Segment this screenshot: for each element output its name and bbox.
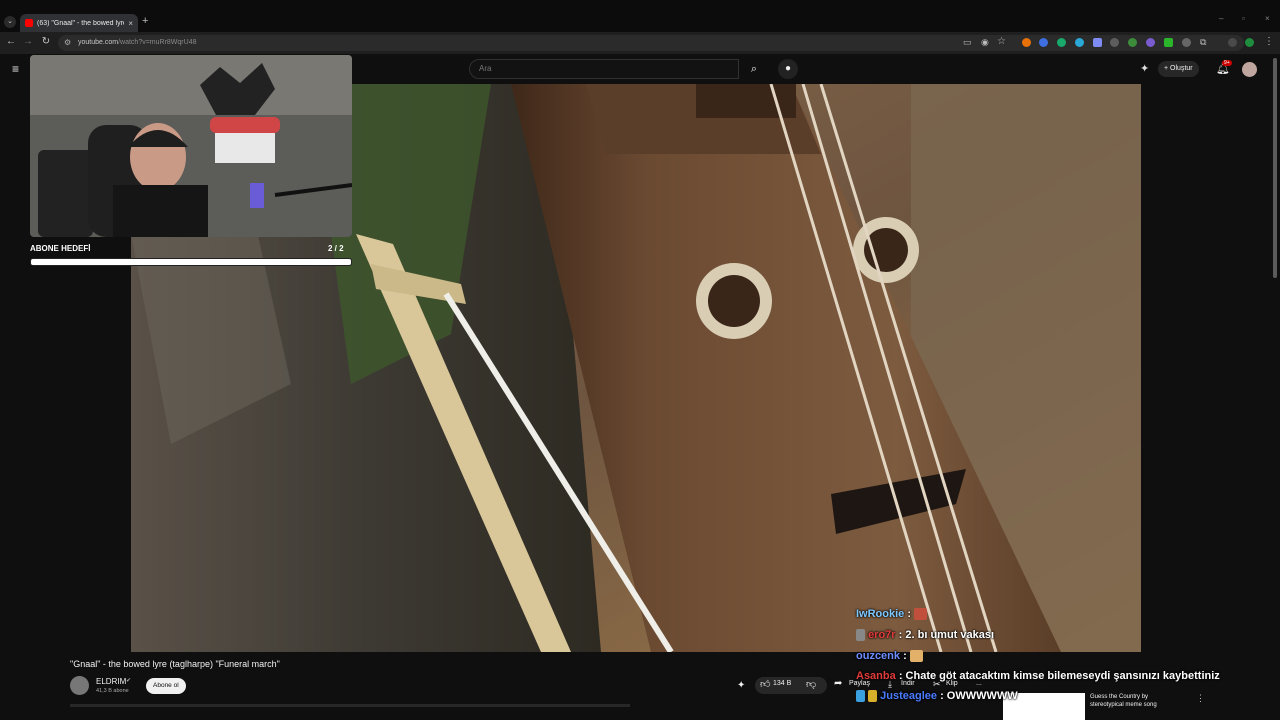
search-input[interactable]: Ara [469, 59, 739, 79]
subscriber-goal-count: 2 / 2 [328, 244, 344, 253]
reading-list-icon[interactable] [1228, 38, 1237, 47]
chat-username: IwRookie [856, 608, 905, 620]
chat-username: ouzcenk [856, 650, 901, 662]
chat-message: IwRookie : [856, 608, 928, 621]
chat-message: ero7r : 2. bı umut vakası [856, 629, 995, 642]
profile-avatar-icon[interactable] [1245, 38, 1254, 47]
back-arrow-icon[interactable]: ← [4, 36, 18, 47]
video-title: "Gnaal" - the bowed lyre (taglharpe) "Fu… [70, 659, 280, 669]
badge-icon [856, 690, 865, 703]
browser-menu-icon[interactable]: ⋮ [1264, 36, 1274, 47]
reload-icon[interactable]: ↻ [39, 36, 53, 47]
youtube-favicon-icon [25, 19, 33, 27]
maximize-window-button[interactable]: ▫ [1242, 14, 1245, 23]
chat-separator: : [907, 608, 912, 620]
browser-tab-active[interactable]: (63) "Gnaal" - the bowed lyre (t × [20, 14, 138, 32]
chat-text: 2. bı umut vakası [905, 629, 995, 641]
new-tab-button[interactable]: + [142, 15, 148, 27]
create-button[interactable]: + Oluştur [1158, 61, 1199, 77]
chat-message: Justeaglee : OWWWWWW [856, 690, 1018, 703]
hamburger-menu-icon[interactable]: ≡ [12, 62, 19, 76]
verified-check-icon: ✔ [126, 678, 132, 684]
account-avatar[interactable] [1242, 62, 1257, 77]
webcam-frame [30, 55, 352, 237]
browser-tab-strip [0, 0, 1280, 32]
chat-separator: : [898, 629, 903, 641]
chat-text: OWWWWWW [946, 690, 1018, 702]
extension-translate-icon[interactable] [1075, 38, 1084, 47]
address-bar[interactable]: youtube.com/watch?v=muRr8WqrU48 [58, 35, 1244, 51]
search-icon[interactable]: ⌕ [739, 59, 769, 79]
channel-name[interactable]: ELDRIM [96, 677, 126, 686]
extensions-puzzle-icon[interactable]: ⧉ [1200, 37, 1206, 48]
chat-separator: : [940, 690, 944, 702]
extension-pin-icon[interactable] [1110, 38, 1119, 47]
tab-search-button[interactable]: ⌄ [4, 16, 16, 28]
bookmark-star-icon[interactable]: ☆ [997, 36, 1006, 47]
chat-separator: : [903, 650, 907, 662]
related-title-line: Guess the Country by [1090, 694, 1149, 700]
comments-divider [70, 704, 630, 707]
minimize-window-button[interactable]: – [1219, 14, 1223, 23]
site-info-icon[interactable]: ⚙ [64, 38, 71, 47]
microphone-light [250, 183, 264, 208]
chat-username: Asanba [856, 670, 896, 682]
like-count[interactable]: 134 B [773, 680, 791, 687]
tab-title: (63) "Gnaal" - the bowed lyre (t [37, 19, 125, 27]
address-path: /watch?v=muRr8WqrU48 [118, 39, 197, 46]
extension-audio-icon[interactable] [1039, 38, 1048, 47]
chat-text: Chate göt atacaktım kimse bilemeseydi şa… [905, 670, 1220, 682]
sparkle-icon[interactable]: ✦ [737, 680, 745, 691]
install-app-icon[interactable]: ▭ [963, 37, 972, 48]
extension-info-icon[interactable] [1182, 38, 1191, 47]
page-scrollbar[interactable] [1273, 58, 1277, 278]
hide-eye-icon[interactable]: ◉ [981, 37, 989, 48]
chat-message: Asanba : Chate göt atacaktım kimse bilem… [856, 670, 1220, 682]
create-label: Oluştur [1170, 65, 1193, 72]
subscribe-button[interactable]: Abone ol [146, 678, 186, 694]
badge-icon [868, 690, 878, 703]
extension-green-icon[interactable] [1164, 38, 1173, 47]
subscriber-count: 41,3 B abone [96, 688, 129, 694]
address-host: youtube.com [78, 39, 119, 46]
share-arrow-icon[interactable]: ➦ [834, 678, 842, 689]
emote-icon [909, 650, 923, 663]
subscriber-goal-progress-bar [30, 258, 352, 266]
chat-message: ouzcenk : [856, 650, 923, 663]
extension-square-icon[interactable] [1093, 38, 1102, 47]
extension-whatsapp-icon[interactable] [1057, 38, 1066, 47]
extension-c-icon[interactable] [1022, 38, 1031, 47]
like-thumb-icon[interactable]: 👍︎ [760, 678, 770, 690]
badge-icon [856, 629, 865, 642]
chat-username: Justeaglee [880, 690, 937, 702]
related-more-icon[interactable]: ⋮ [1196, 693, 1205, 704]
chat-username: ero7r [868, 629, 896, 641]
related-video-title[interactable]: Guess the Country by stereotypical meme s… [1090, 693, 1157, 709]
emote-icon [914, 608, 928, 621]
close-window-button[interactable]: × [1265, 14, 1270, 23]
related-title-line: stereotypical meme song [1090, 702, 1157, 708]
extension-leaf-icon[interactable] [1128, 38, 1137, 47]
notification-badge: 9+ [1222, 60, 1232, 66]
extension-purple-icon[interactable] [1146, 38, 1155, 47]
create-video-icon[interactable]: ✦ [1140, 62, 1149, 75]
streamer-webcam [30, 55, 352, 237]
channel-avatar[interactable] [70, 676, 89, 695]
gaming-chair [38, 150, 93, 237]
subscriber-goal-label: ABONE HEDEFİ [30, 244, 91, 253]
dislike-thumb-icon[interactable]: 👎︎ [806, 678, 816, 690]
chat-separator: : [898, 670, 903, 682]
microphone-icon[interactable]: ● [778, 59, 798, 79]
forward-arrow-icon[interactable]: → [21, 36, 35, 47]
tab-close-icon[interactable]: × [128, 19, 133, 28]
